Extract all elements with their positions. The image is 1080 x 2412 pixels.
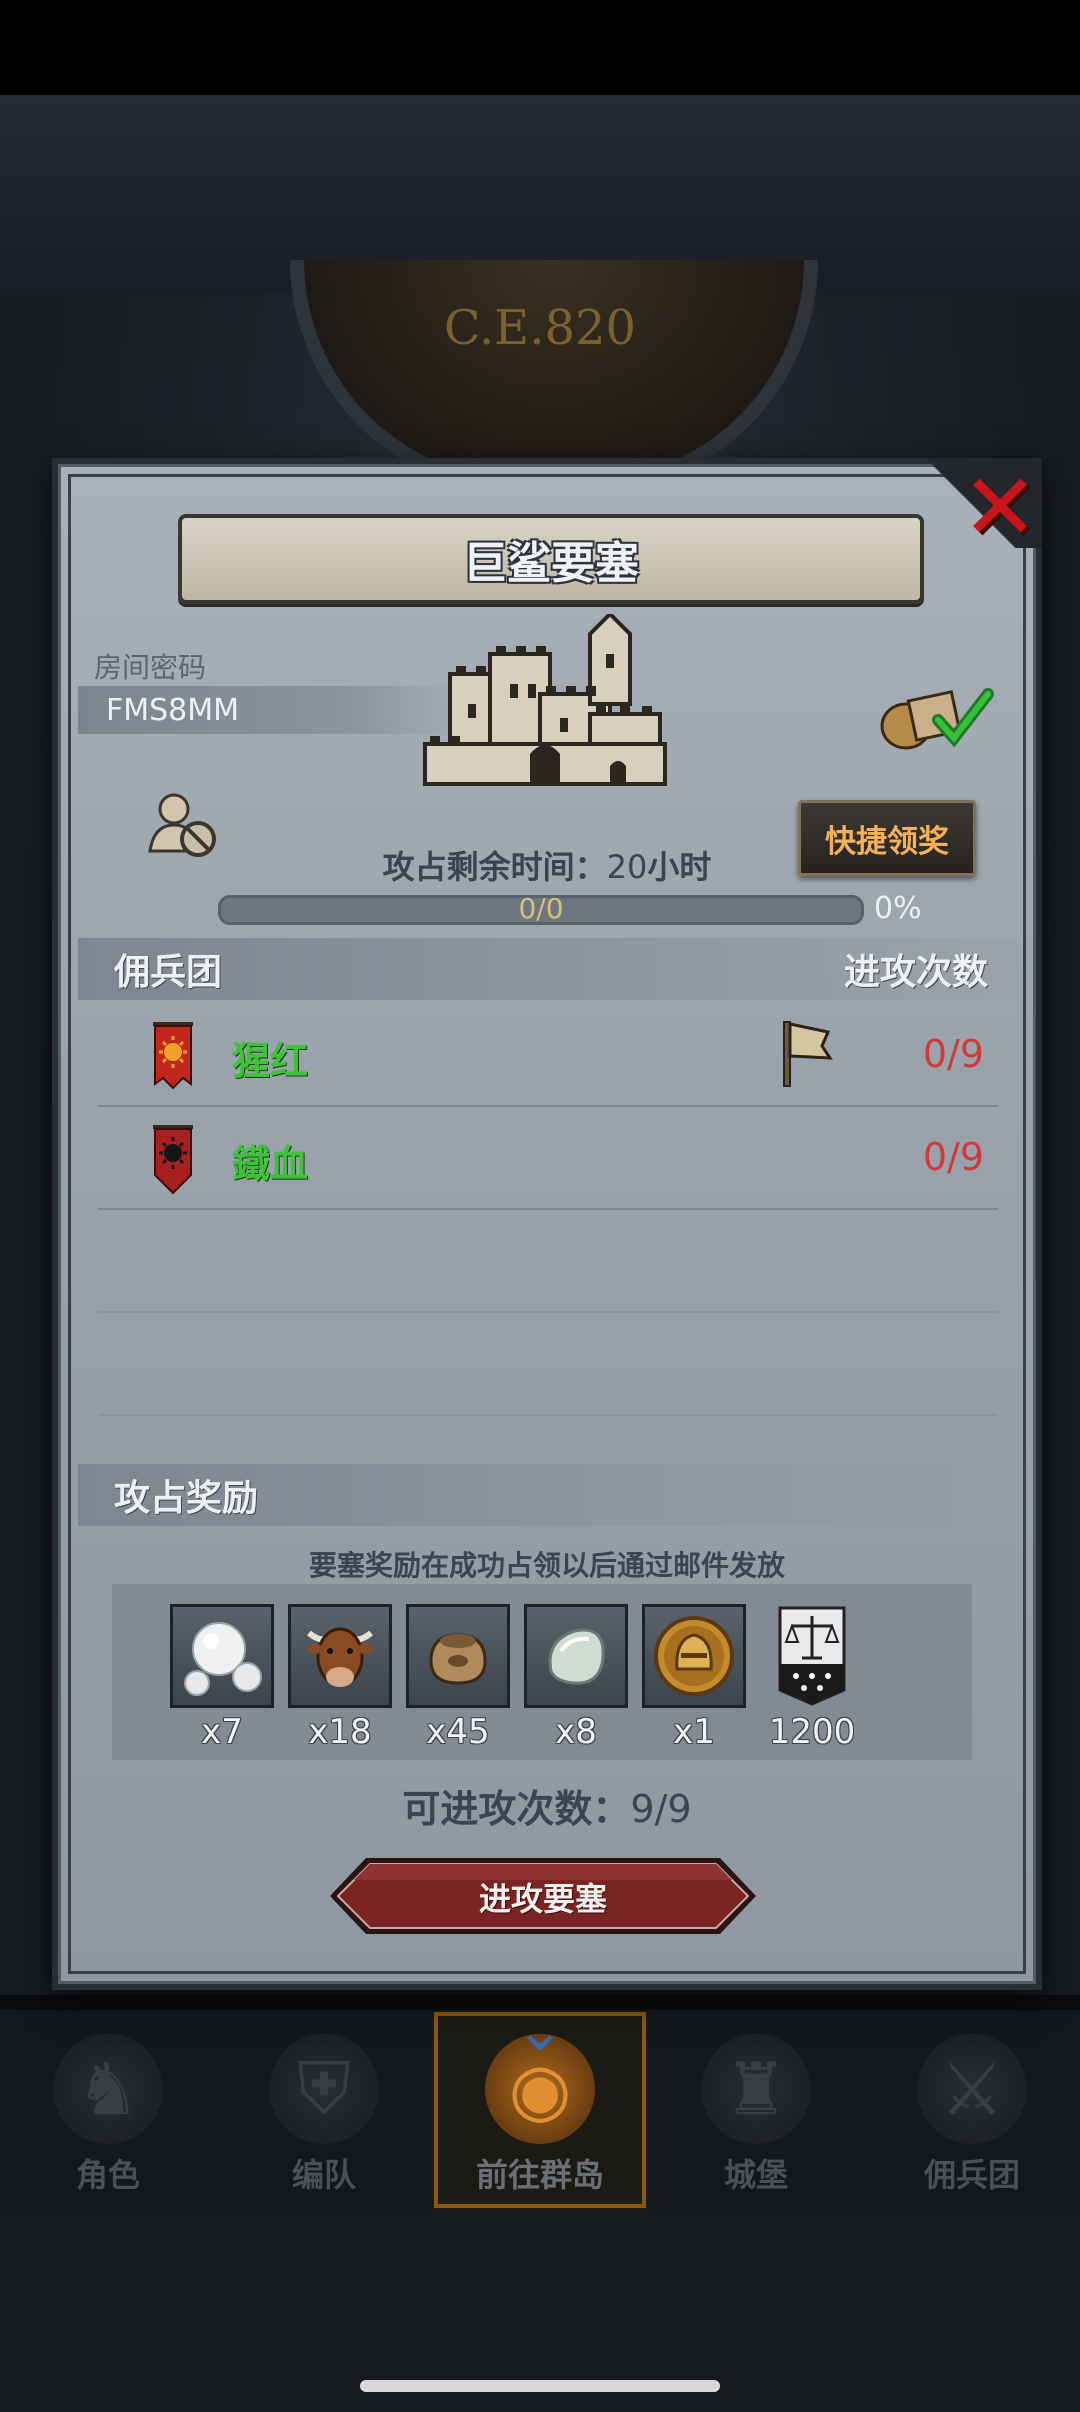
stone-icon (548, 1628, 605, 1685)
sack-icon (429, 1633, 487, 1685)
reward-note: 要塞奖励在成功占领以后通过邮件发放 (308, 1549, 785, 1582)
close-button[interactable]: ✕ (960, 454, 1040, 561)
reward-icon-box (288, 1604, 392, 1708)
reward-icon-box (760, 1604, 864, 1708)
progress-text: 0/0 (518, 892, 564, 925)
mercenary-row[interactable]: 鐵血 0/9 (98, 1107, 998, 1210)
empty-row (98, 1210, 998, 1313)
reward-section-header: 攻占奖励 (78, 1464, 1018, 1526)
black-sun-banner-icon (153, 1125, 193, 1195)
reward-icon-box (642, 1604, 746, 1708)
bull-icon (307, 1627, 373, 1687)
mercenary-name: 猩红 (232, 1039, 309, 1083)
reward-item[interactable]: x18 (286, 1604, 394, 1752)
nav-item-castle[interactable]: ♜ 城堡 (648, 2010, 864, 2210)
reward-item[interactable]: 1200 (758, 1604, 866, 1752)
nav-label: 佣兵团 (923, 2156, 1020, 2194)
reward-item[interactable]: x45 (404, 1604, 512, 1752)
reward-item[interactable]: x1 (640, 1604, 748, 1752)
era-label: C.E.820 (443, 300, 637, 356)
nav-label: 角色 (75, 2156, 140, 2194)
room-code-label: 房间密码 (94, 651, 207, 684)
remaining-time: 攻占剩余时间：20小时 (58, 842, 1036, 888)
nav-item-islands[interactable]: ⌄ ◉ 前往群岛 (432, 2000, 648, 2210)
reward-qty: x7 (201, 1712, 243, 1752)
mercenary-row[interactable]: 猩红 0/9 (98, 1004, 998, 1107)
nav-label: 城堡 (723, 2156, 788, 2194)
flag-icon (783, 1021, 833, 1087)
attack-button-label: 进攻要塞 (478, 1880, 607, 1918)
reward-qty: 1200 (768, 1712, 856, 1752)
progress-percent: 0% (874, 891, 922, 926)
mercenary-list: 猩红 0/9 鐵血 0/9 (98, 1004, 998, 1416)
home-indicator[interactable] (360, 2380, 720, 2392)
occupation-progress-bar: 0/0 (218, 892, 864, 925)
title-banner: 巨鲨要塞 (178, 514, 924, 604)
reward-icon-box (170, 1604, 274, 1708)
mercenary-section-header: 佣兵团 进攻次数 (78, 938, 1018, 1000)
fortress-icon (423, 614, 667, 786)
nav-label: 编队 (291, 2156, 356, 2194)
nav-item-formation[interactable]: ⛨ 编队 (216, 2010, 432, 2210)
sun-banner-icon (153, 1022, 193, 1090)
dialog-title: 巨鲨要塞 (463, 538, 639, 589)
nav-label: 前往群岛 (475, 2156, 604, 2194)
remaining-time-unit: 小时 (647, 848, 712, 886)
attack-count-header: 进攻次数 (843, 952, 988, 993)
empty-row (98, 1313, 998, 1416)
attack-count: 0/9 (922, 1032, 984, 1076)
reward-icon-box (406, 1604, 510, 1708)
bottom-nav: ♞ 角色 ⛨ 编队 ⌄ ◉ 前往群岛 ♜ 城堡 ⚔ 佣兵团 (0, 2000, 1080, 2210)
reward-list: x7 x18 x45 x8 x1 1200 (168, 1604, 866, 1752)
chevron-down-icon: ⌄ (514, 1995, 566, 2065)
reward-panel: x7 x18 x45 x8 x1 1200 (112, 1584, 972, 1760)
helmet-coin-icon (654, 1616, 734, 1696)
reward-icon-box (524, 1604, 628, 1708)
mercenary-icon: ⚔ (917, 2034, 1027, 2144)
remaining-time-label: 攻占剩余时间： (382, 848, 607, 886)
remaining-time-value: 20 (606, 848, 648, 886)
mercenary-header: 佣兵团 (114, 952, 223, 993)
reward-qty: x18 (308, 1712, 372, 1752)
room-code[interactable]: FMS8MM (106, 693, 239, 728)
reward-item[interactable]: x7 (168, 1604, 276, 1752)
available-attacks: 可进攻次数：9/9 (58, 1778, 1036, 1833)
room-code-bar: FMS8MM (78, 686, 458, 734)
status-bar (0, 0, 1080, 95)
claimed-bag-icon (880, 688, 994, 750)
attack-count: 0/9 (922, 1135, 984, 1179)
fortress-dialog: ✕ 巨鲨要塞 房间密码 FMS8MM 快捷领奖 攻占剩余时间：20小时 0/0 … (52, 458, 1042, 1990)
knight-icon: ♞ (53, 2034, 163, 2144)
reward-qty: x45 (426, 1712, 490, 1752)
reward-qty: x1 (673, 1712, 715, 1752)
helmet-icon: ⛨ (269, 2034, 379, 2144)
mercenary-name: 鐵血 (232, 1142, 309, 1186)
nav-item-mercenary[interactable]: ⚔ 佣兵团 (864, 2010, 1080, 2210)
pearl-icon (184, 1622, 262, 1696)
reward-qty: x8 (555, 1712, 597, 1752)
attack-fortress-button[interactable]: 进攻要塞 (328, 1856, 758, 1936)
reward-header: 攻占奖励 (114, 1478, 259, 1519)
close-icon: ✕ (961, 454, 1039, 561)
reward-item[interactable]: x8 (522, 1604, 630, 1752)
nav-item-character[interactable]: ♞ 角色 (0, 2010, 216, 2210)
justice-banner-icon (778, 1606, 846, 1706)
castle-icon: ♜ (701, 2034, 811, 2144)
available-attacks-value: 9/9 (630, 1787, 692, 1831)
available-attacks-label: 可进攻次数： (402, 1787, 631, 1831)
